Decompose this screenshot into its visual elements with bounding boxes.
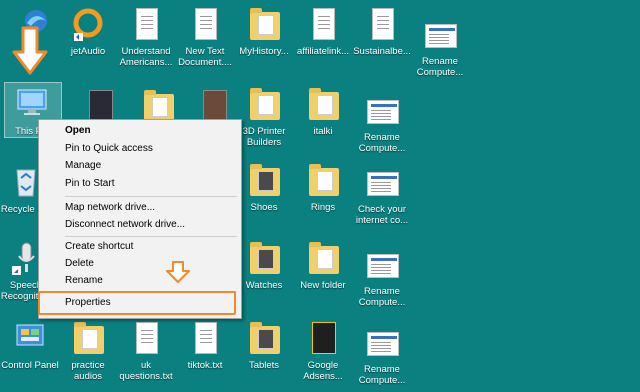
desktop-icon-label: Tablets [248, 360, 280, 371]
menu-separator [65, 196, 237, 197]
menu-item-manage[interactable]: Manage [40, 157, 240, 175]
desktop-icon-label: Watches [245, 280, 283, 291]
desktop-icon-label: Rename Compute... [358, 132, 406, 154]
desktop-icon-rename-computer-1[interactable]: Rename Compute... [410, 16, 470, 78]
desktop-icon-3d-printer-builders[interactable]: 3D Printer Builders [234, 86, 294, 148]
annotation-arrow-down-icon [12, 26, 48, 75]
desktop-icon-label: affiliatelink... [296, 46, 350, 57]
desktop-icon-control-panel[interactable]: Control Panel [0, 320, 60, 371]
context-menu: Open Pin to Quick access Manage Pin to S… [38, 119, 242, 319]
desktop-icon-watches[interactable]: Watches [234, 240, 294, 291]
menu-item-rename[interactable]: Rename [40, 272, 240, 290]
menu-item-open[interactable]: Open [40, 122, 240, 140]
desktop-icon-tablets[interactable]: Tablets [234, 320, 294, 371]
desktop-icon-label: Rename Compute... [358, 364, 406, 386]
desktop-icon-label: New folder [300, 280, 346, 291]
desktop-icon-label: Rings [310, 202, 336, 213]
folder-icon [247, 320, 281, 358]
desktop-icon-jetaudio[interactable]: jetAudio [58, 6, 118, 57]
desktop-icon-label: Shoes [250, 202, 278, 213]
desktop-icon-label: italki [313, 126, 333, 137]
menu-item-pin-quick-access[interactable]: Pin to Quick access [40, 140, 240, 158]
menu-item-create-shortcut[interactable]: Create shortcut [40, 238, 240, 256]
text-file-icon [365, 6, 399, 44]
screenshot-icon [365, 324, 399, 362]
properties-highlight-box [38, 291, 236, 315]
text-file-icon [306, 6, 340, 44]
screenshot-icon [365, 92, 399, 130]
desktop-icon-label: jetAudio [70, 46, 106, 57]
control-panel-icon [13, 320, 47, 358]
desktop-icon-label: Rename Compute... [416, 56, 464, 78]
screenshot-icon [365, 164, 399, 202]
desktop-icon-check-internet[interactable]: Check your internet co... [352, 164, 412, 226]
text-file-icon [188, 6, 222, 44]
folder-icon [247, 162, 281, 200]
desktop-icon-label: Check your internet co... [355, 204, 409, 226]
desktop-icon-label: practice audios [71, 360, 105, 382]
jetaudio-icon [71, 6, 105, 44]
desktop-icon-rename-computer-4[interactable]: Rename Compute... [352, 324, 412, 386]
desktop-icon-rename-computer-2[interactable]: Rename Compute... [352, 92, 412, 154]
text-file-icon [129, 6, 163, 44]
desktop-icon-uk-questions[interactable]: uk questions.txt [116, 320, 176, 382]
desktop-icon-label: Control Panel [1, 360, 59, 371]
desktop-icon-label: tiktok.txt [187, 360, 223, 371]
folder-icon [247, 6, 281, 44]
folder-icon [306, 240, 340, 278]
screenshot-icon [365, 246, 399, 284]
desktop-icon-affiliatelink[interactable]: affiliatelink... [293, 6, 353, 57]
menu-item-delete[interactable]: Delete [40, 255, 240, 273]
folder-icon [306, 162, 340, 200]
desktop-icon-label: MyHistory... [239, 46, 289, 57]
desktop-icon-rename-computer-3[interactable]: Rename Compute... [352, 246, 412, 308]
desktop-icon-label: Sustainalbe... [353, 46, 411, 57]
menu-item-pin-start[interactable]: Pin to Start [40, 175, 240, 193]
desktop-icon-understand-americans[interactable]: Understand Americans... [116, 6, 176, 68]
desktop-icon-rings[interactable]: Rings [293, 162, 353, 213]
annotation-arrow-down-icon [166, 261, 190, 283]
desktop-icon-shoes[interactable]: Shoes [234, 162, 294, 213]
folder-icon [71, 320, 105, 358]
desktop-icon-label: Rename Compute... [358, 286, 406, 308]
desktop-icon-myhistory[interactable]: MyHistory... [234, 6, 294, 57]
menu-separator [65, 236, 237, 237]
menu-item-disconnect-network-drive[interactable]: Disconnect network drive... [40, 216, 240, 234]
folder-icon [247, 240, 281, 278]
screenshot-icon [423, 16, 457, 54]
desktop-icon-google-adsense[interactable]: Google Adsens... [293, 320, 353, 382]
desktop-icon-label: New Text Document.... [178, 46, 232, 68]
folder-icon [306, 86, 340, 124]
desktop-icon-italki[interactable]: italki [293, 86, 353, 137]
desktop-icon-label: uk questions.txt [119, 360, 173, 382]
book-icon [306, 320, 340, 358]
desktop-icon-practice-audios[interactable]: practice audios [58, 320, 118, 382]
desktop-icon-label: Google Adsens... [303, 360, 343, 382]
desktop-icon-tiktok[interactable]: tiktok.txt [175, 320, 235, 371]
desktop-icon-new-folder[interactable]: New folder [293, 240, 353, 291]
desktop-icon-sustainalbe[interactable]: Sustainalbe... [352, 6, 412, 57]
desktop-icon-label: 3D Printer Builders [242, 126, 286, 148]
text-file-icon [188, 320, 222, 358]
text-file-icon [129, 320, 163, 358]
desktop-icon-new-text-document[interactable]: New Text Document.... [175, 6, 235, 68]
desktop-icon-label: Understand Americans... [119, 46, 173, 68]
menu-item-map-network-drive[interactable]: Map network drive... [40, 199, 240, 217]
folder-icon [247, 86, 281, 124]
